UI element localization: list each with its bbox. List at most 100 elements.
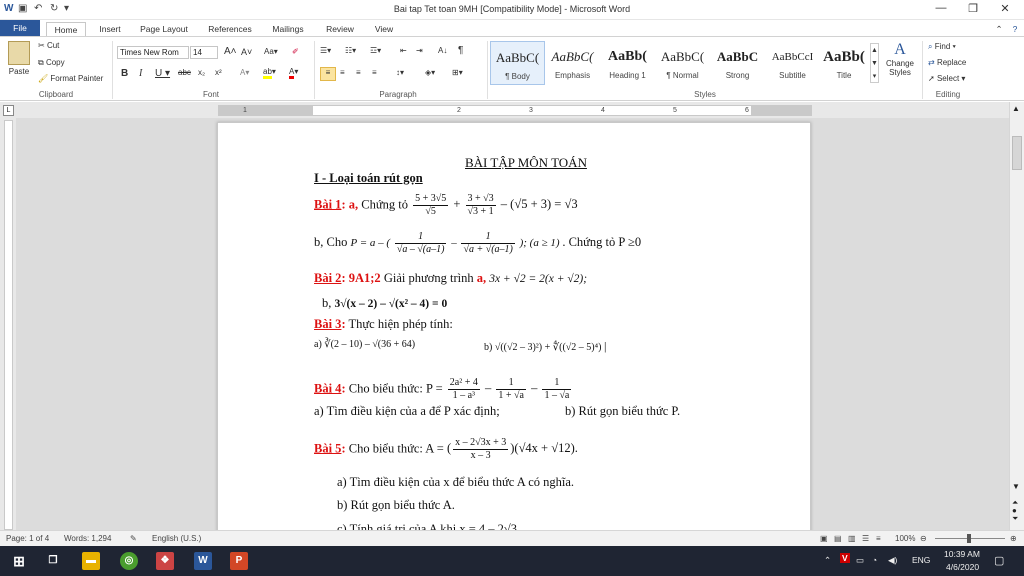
proofing-icon[interactable]: ✎ (130, 534, 137, 543)
document-page[interactable]: BÀI TẬP MÔN TOÁN I - Loại toán rút gọn B… (217, 122, 811, 530)
view-print-layout-icon[interactable]: ▣ (820, 534, 828, 543)
cursor-icon: ➚ (928, 74, 935, 83)
shading-icon[interactable]: ◈▾ (425, 68, 435, 77)
tab-mailings[interactable]: Mailings (262, 22, 314, 36)
select-button[interactable]: ➚ Select ▾ (928, 74, 965, 83)
zoom-level[interactable]: 100% (895, 534, 915, 543)
tray-chevron-icon[interactable]: ⌃ (824, 555, 831, 566)
task-view-icon[interactable]: ❐ (44, 552, 62, 570)
language-indicator[interactable]: ENG (912, 555, 930, 565)
tab-insert[interactable]: Insert (90, 22, 130, 36)
style-heading-1[interactable]: AaBb( Heading 1 (600, 41, 655, 85)
align-left-button[interactable]: ≡ (320, 67, 336, 81)
font-size-select[interactable]: 14 (190, 46, 218, 59)
wifi-icon[interactable]: ◔ (872, 555, 877, 565)
font-name-select[interactable]: Times New Rom (117, 46, 189, 59)
view-outline-icon[interactable]: ☰ (862, 534, 869, 543)
style-normal[interactable]: AaBbC( ¶ Normal (655, 41, 710, 85)
separator (112, 41, 113, 99)
close-button[interactable]: ✕ (990, 2, 1020, 18)
style-body[interactable]: AaBbC( ¶ Body (490, 41, 545, 85)
copy-button[interactable]: ⧉ Copy (38, 58, 65, 68)
page-count[interactable]: Page: 1 of 4 (6, 534, 49, 543)
change-styles-button[interactable]: A Change Styles (884, 41, 916, 77)
increase-indent-icon[interactable]: ⇥ (416, 46, 423, 55)
multilevel-list-icon[interactable]: ☲▾ (370, 46, 381, 55)
replace-button[interactable]: ⇄ Replace (928, 58, 966, 67)
scroll-down-icon[interactable]: ▼ (1012, 482, 1020, 491)
help-icon[interactable]: ? (1008, 22, 1022, 36)
highlight-icon[interactable]: ab▾ (263, 67, 276, 79)
language[interactable]: English (U.S.) (152, 534, 201, 543)
justify-button[interactable]: ≡ (372, 68, 377, 77)
scroll-thumb[interactable] (1012, 136, 1022, 170)
tab-selector-icon[interactable]: L (3, 105, 14, 116)
strikethrough-button[interactable]: abc (178, 68, 191, 77)
change-case-icon[interactable]: Aa▾ (264, 47, 278, 56)
start-windows-icon[interactable]: ⊞ (10, 552, 28, 570)
vietkey-icon[interactable]: V (840, 553, 850, 563)
font-color-icon[interactable]: A▾ (289, 67, 298, 79)
word-taskbar-icon[interactable]: W (194, 552, 212, 570)
zoom-in-icon[interactable]: ⊕ (1010, 534, 1017, 543)
decrease-indent-icon[interactable]: ⇤ (400, 46, 407, 55)
align-right-button[interactable]: ≡ (356, 68, 361, 77)
style-strong[interactable]: AaBbC Strong (710, 41, 765, 85)
word-count[interactable]: Words: 1,294 (64, 534, 111, 543)
grow-font-icon[interactable]: A˄ (224, 46, 237, 57)
volume-icon[interactable]: ◀) (888, 555, 897, 566)
restore-button[interactable]: ❐ (958, 2, 988, 18)
clear-formatting-icon[interactable]: ✐ (292, 47, 299, 56)
network-icon[interactable]: ▭ (856, 555, 864, 566)
line-spacing-icon[interactable]: ↕▾ (396, 68, 404, 77)
clock-date[interactable]: 4/6/2020 (946, 562, 979, 572)
zoom-out-icon[interactable]: ⊖ (920, 534, 927, 543)
paste-button[interactable]: Paste (6, 41, 32, 76)
horizontal-ruler[interactable]: L 1 2 3 4 5 6 (0, 102, 1024, 118)
document-area[interactable]: BÀI TẬP MÔN TOÁN I - Loại toán rút gọn B… (16, 118, 1009, 530)
tab-file[interactable]: File (0, 20, 40, 36)
tab-page-layout[interactable]: Page Layout (134, 22, 194, 36)
bullets-icon[interactable]: ☰▾ (320, 46, 331, 55)
text-effects-icon[interactable]: A▾ (240, 68, 249, 77)
borders-icon[interactable]: ⊞▾ (452, 68, 463, 77)
tab-view[interactable]: View (366, 22, 402, 36)
align-center-button[interactable]: ≡ (340, 68, 345, 77)
view-web-icon[interactable]: ▥ (848, 534, 856, 543)
bold-button[interactable]: B (121, 68, 128, 79)
view-draft-icon[interactable]: ≡ (876, 534, 881, 543)
paste-icon (8, 41, 30, 65)
numbering-icon[interactable]: ☷▾ (345, 46, 356, 55)
next-page-icon[interactable]: ⏷ (1012, 514, 1018, 524)
sort-icon[interactable]: A↓ (438, 46, 447, 55)
style-emphasis[interactable]: AaBbC( Emphasis (545, 41, 600, 85)
minimize-button[interactable]: — (926, 2, 956, 18)
view-full-screen-icon[interactable]: ▤ (834, 534, 842, 543)
minimize-ribbon-icon[interactable]: ⌃ (992, 22, 1006, 36)
tab-references[interactable]: References (200, 22, 260, 36)
subscript-button[interactable]: x₂ (198, 68, 205, 77)
find-button[interactable]: ⌕ Find ▾ (928, 42, 956, 52)
shrink-font-icon[interactable]: A˅ (241, 47, 252, 57)
vertical-ruler[interactable] (0, 118, 16, 530)
style-subtitle[interactable]: AaBbCcI Subtitle (765, 41, 820, 85)
format-painter-button[interactable]: 🖌 Format Painter (38, 74, 103, 83)
style-title[interactable]: AaBb( Title (820, 41, 868, 85)
superscript-button[interactable]: x² (215, 68, 222, 77)
zoom-slider-thumb[interactable] (967, 534, 971, 543)
browser-icon[interactable]: ◎ (120, 552, 138, 570)
app-icon[interactable]: ❖ (156, 552, 174, 570)
scroll-up-icon[interactable]: ▲ (1012, 104, 1020, 113)
tab-review[interactable]: Review (318, 22, 362, 36)
powerpoint-taskbar-icon[interactable]: P (230, 552, 248, 570)
notifications-icon[interactable]: ▢ (994, 554, 1004, 567)
vertical-scrollbar[interactable]: ▲ ▼ ⏶ ● ⏷ (1009, 102, 1024, 530)
tab-home[interactable]: Home (46, 22, 86, 36)
file-explorer-icon[interactable]: ▬ (82, 552, 100, 570)
italic-button[interactable]: I (139, 68, 142, 79)
show-formatting-icon[interactable]: ¶ (458, 45, 463, 56)
clock-time[interactable]: 10:39 AM (944, 549, 980, 559)
underline-button[interactable]: U ▾ (155, 68, 170, 79)
cut-button[interactable]: ✂ Cut (38, 41, 59, 50)
styles-scroll[interactable]: ▲ ▼ ▾ (870, 43, 879, 83)
